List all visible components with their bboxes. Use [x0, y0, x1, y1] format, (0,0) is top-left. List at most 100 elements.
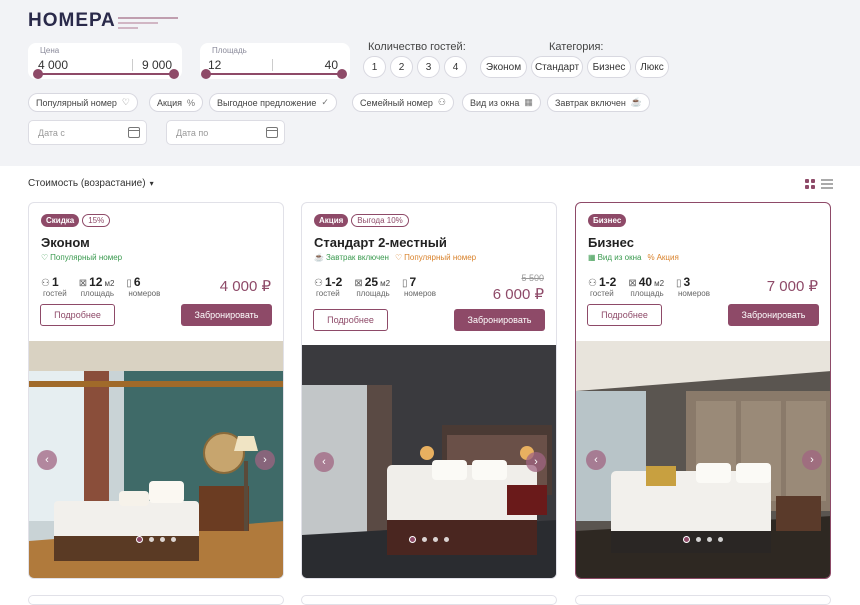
- chip-promo[interactable]: Акция %: [149, 93, 204, 112]
- feature-label: Популярный номер: [50, 253, 123, 262]
- photo-dot[interactable]: [433, 537, 438, 542]
- photo-dot[interactable]: [160, 537, 165, 542]
- photo-dot[interactable]: [718, 537, 723, 542]
- next-photo-button[interactable]: ›: [802, 449, 822, 470]
- area-range[interactable]: Площадь 12 40: [200, 43, 350, 79]
- photo-dot[interactable]: [422, 537, 427, 542]
- area-icon: ⊠: [78, 278, 88, 289]
- room-price: 7 000 ₽: [766, 278, 818, 295]
- spec-caption: гостей: [590, 289, 614, 298]
- room-card-next: [575, 595, 831, 605]
- room-name: Эконом: [41, 235, 90, 250]
- room-features: ☕ Завтрак включен ♡ Популярный номер: [314, 253, 476, 262]
- date-from-field[interactable]: Дата с: [28, 120, 147, 145]
- chip-breakfast[interactable]: Завтрак включен ☕: [547, 93, 651, 112]
- page-title: НОМЕРА: [28, 10, 116, 31]
- book-button[interactable]: Забронировать: [181, 304, 272, 326]
- book-button[interactable]: Забронировать: [454, 309, 545, 331]
- details-button[interactable]: Подробнее: [40, 304, 115, 326]
- chip-label: Завтрак включен: [555, 97, 626, 108]
- area-icon: ⊠: [354, 278, 363, 289]
- next-photo-button[interactable]: ›: [255, 449, 275, 470]
- sort-select[interactable]: Стоимость (возрастание) ▾: [28, 178, 154, 189]
- book-button[interactable]: Забронировать: [728, 304, 819, 326]
- room-price: 6 000 ₽: [492, 286, 544, 303]
- price-range[interactable]: Цена 4 000 9 000: [28, 43, 182, 79]
- area-min-handle[interactable]: [201, 69, 211, 79]
- grid-view-icon[interactable]: [805, 179, 816, 190]
- category-option-lux[interactable]: Люкс: [635, 56, 669, 78]
- category-option-business[interactable]: Бизнес: [587, 56, 631, 78]
- guests-option-3[interactable]: 3: [417, 56, 440, 78]
- next-photo-button[interactable]: ›: [526, 451, 546, 472]
- photo-dot[interactable]: [149, 537, 154, 542]
- percent-icon: %: [187, 97, 196, 108]
- guests-option-4[interactable]: 4: [444, 56, 467, 78]
- photo-dot[interactable]: [171, 537, 176, 542]
- price-max-handle[interactable]: [169, 69, 179, 79]
- spec-area: ⊠ 40 м2 площадь: [628, 275, 664, 298]
- spec-unit: м2: [654, 279, 665, 288]
- guests-option-1[interactable]: 1: [363, 56, 386, 78]
- photo-dot[interactable]: [683, 536, 690, 543]
- room-photo: ‹ ›: [302, 345, 556, 578]
- chip-popular[interactable]: Популярный номер ♡: [28, 93, 138, 112]
- area-max[interactable]: 40: [325, 58, 338, 72]
- feature-label: Популярный номер: [404, 253, 477, 262]
- spec-guests: ⚇ 1-2 гостей: [314, 275, 342, 298]
- photo-dot[interactable]: [409, 536, 416, 543]
- chip-best-offer[interactable]: Выгодное предложение ✓: [209, 93, 337, 112]
- details-button[interactable]: Подробнее: [313, 309, 388, 331]
- area-icon: ⊠: [628, 278, 637, 289]
- guests-label: Количество гостей:: [368, 41, 466, 53]
- photo-dot[interactable]: [136, 536, 143, 543]
- calendar-icon[interactable]: [128, 127, 140, 138]
- date-to-placeholder: Дата по: [176, 127, 209, 138]
- feature-promo: % Акция: [647, 253, 678, 262]
- spec-caption: площадь: [356, 289, 390, 298]
- prev-photo-button[interactable]: ‹: [586, 449, 606, 470]
- photo-pagination: [29, 536, 283, 543]
- prev-photo-button[interactable]: ‹: [37, 449, 57, 470]
- category-option-standard[interactable]: Стандарт: [531, 56, 583, 78]
- room-name: Бизнес: [588, 235, 634, 250]
- photo-pagination: [576, 536, 830, 543]
- spec-value: 25: [364, 275, 379, 289]
- guests-icon: ⚇: [41, 278, 50, 289]
- spec-guests: ⚇ 1-2 гостей: [588, 275, 616, 298]
- prev-photo-button[interactable]: ‹: [314, 451, 334, 472]
- spec-caption: номеров: [128, 289, 161, 298]
- price-min[interactable]: 4 000: [38, 58, 68, 72]
- calendar-icon[interactable]: [266, 127, 278, 138]
- price-max[interactable]: 9 000: [142, 58, 172, 72]
- spec-unit: м2: [380, 279, 391, 288]
- room-features: ▦ Вид из окна % Акция: [588, 253, 679, 262]
- chip-window-view[interactable]: Вид из окна ▦: [462, 93, 541, 112]
- price-min-handle[interactable]: [33, 69, 43, 79]
- filters-panel: НОМЕРА Цена 4 000 9 000 Площадь 12 40 Ко…: [0, 0, 860, 166]
- photo-dot[interactable]: [444, 537, 449, 542]
- area-max-handle[interactable]: [337, 69, 347, 79]
- room-photo: ‹ ›: [29, 341, 283, 578]
- spec-value: 7: [409, 275, 417, 289]
- spec-caption: гостей: [316, 289, 340, 298]
- photo-dot[interactable]: [707, 537, 712, 542]
- spec-area: ⊠ 25 м2 площадь: [354, 275, 390, 298]
- range-divider: [132, 59, 133, 71]
- guests-icon: ⚇: [314, 278, 323, 289]
- guests-option-2[interactable]: 2: [390, 56, 413, 78]
- category-option-economy[interactable]: Эконом: [480, 56, 527, 78]
- date-to-field[interactable]: Дата по: [166, 120, 285, 145]
- details-button[interactable]: Подробнее: [587, 304, 662, 326]
- sort-label: Стоимость (возрастание): [28, 178, 146, 189]
- room-features: ♡ Популярный номер: [41, 253, 122, 262]
- price-track: [38, 73, 174, 75]
- photo-dot[interactable]: [696, 537, 701, 542]
- old-price: 5 500: [521, 273, 544, 283]
- area-min[interactable]: 12: [208, 58, 221, 72]
- room-price: 4 000 ₽: [219, 278, 271, 295]
- list-view-icon[interactable]: [821, 179, 833, 190]
- chip-family[interactable]: Семейный номер ⚇: [352, 93, 454, 112]
- spec-value: 40: [638, 275, 653, 289]
- spec-rooms: ▯ 3 номеров: [676, 275, 710, 298]
